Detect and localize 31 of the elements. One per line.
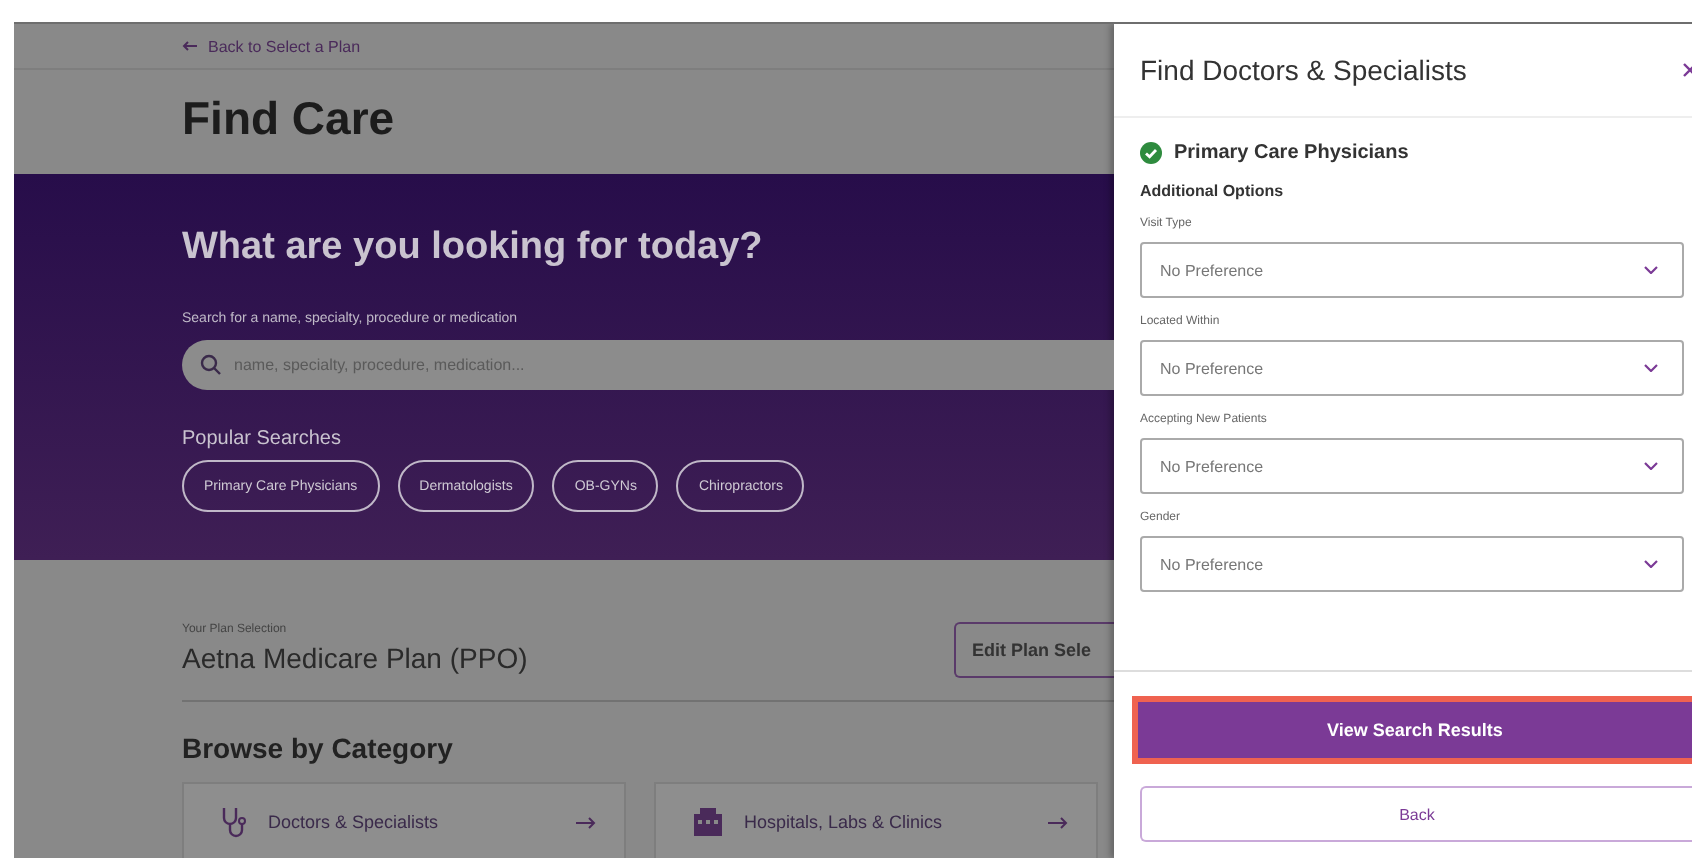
section-title: Additional Options — [1140, 182, 1286, 200]
page-title: Find Care — [182, 90, 397, 148]
arrow-right-icon — [576, 815, 596, 829]
building-icon — [692, 808, 724, 836]
check-circle-icon — [1140, 142, 1162, 164]
arrow-right-icon — [1048, 815, 1068, 829]
dropdown-field[interactable]: No Preference — [1140, 438, 1684, 494]
category-card[interactable]: Hospitals, Labs & Clinics — [654, 782, 1098, 858]
plan-name: Aetna Medicare Plan (PPO) — [182, 642, 528, 674]
category-label: Doctors & Specialists — [268, 812, 441, 832]
stethoscope-icon — [220, 806, 248, 838]
category-label: Hospitals, Labs & Clinics — [744, 812, 945, 832]
arrow-left-icon — [182, 40, 198, 52]
category-card[interactable]: Doctors & Specialists — [182, 782, 626, 858]
hero-heading: What are you looking for today? — [182, 226, 765, 270]
chevron-down-icon — [1644, 364, 1658, 372]
back-button[interactable]: Back — [1140, 786, 1692, 842]
popular-searches-label: Popular Searches — [182, 428, 343, 450]
dropdown-field[interactable]: No Preference — [1140, 536, 1684, 592]
view-results-button[interactable]: View Search Results — [1132, 696, 1692, 764]
dropdown-field[interactable]: No Preference — [1140, 340, 1684, 396]
chevron-down-icon — [1644, 462, 1658, 470]
search-icon — [200, 354, 222, 376]
close-icon[interactable] — [1682, 62, 1692, 78]
chevron-down-icon — [1644, 266, 1658, 274]
section-heading: Browse by Category — [182, 730, 455, 768]
chevron-down-icon — [1644, 560, 1658, 568]
back-link[interactable]: Back to Select a Plan — [182, 37, 361, 55]
selected-specialty: Primary Care Physicians — [1174, 142, 1409, 164]
dropdown-field[interactable]: No Preference — [1140, 242, 1684, 298]
drawer-title: Find Doctors & Specialists — [1140, 54, 1467, 86]
